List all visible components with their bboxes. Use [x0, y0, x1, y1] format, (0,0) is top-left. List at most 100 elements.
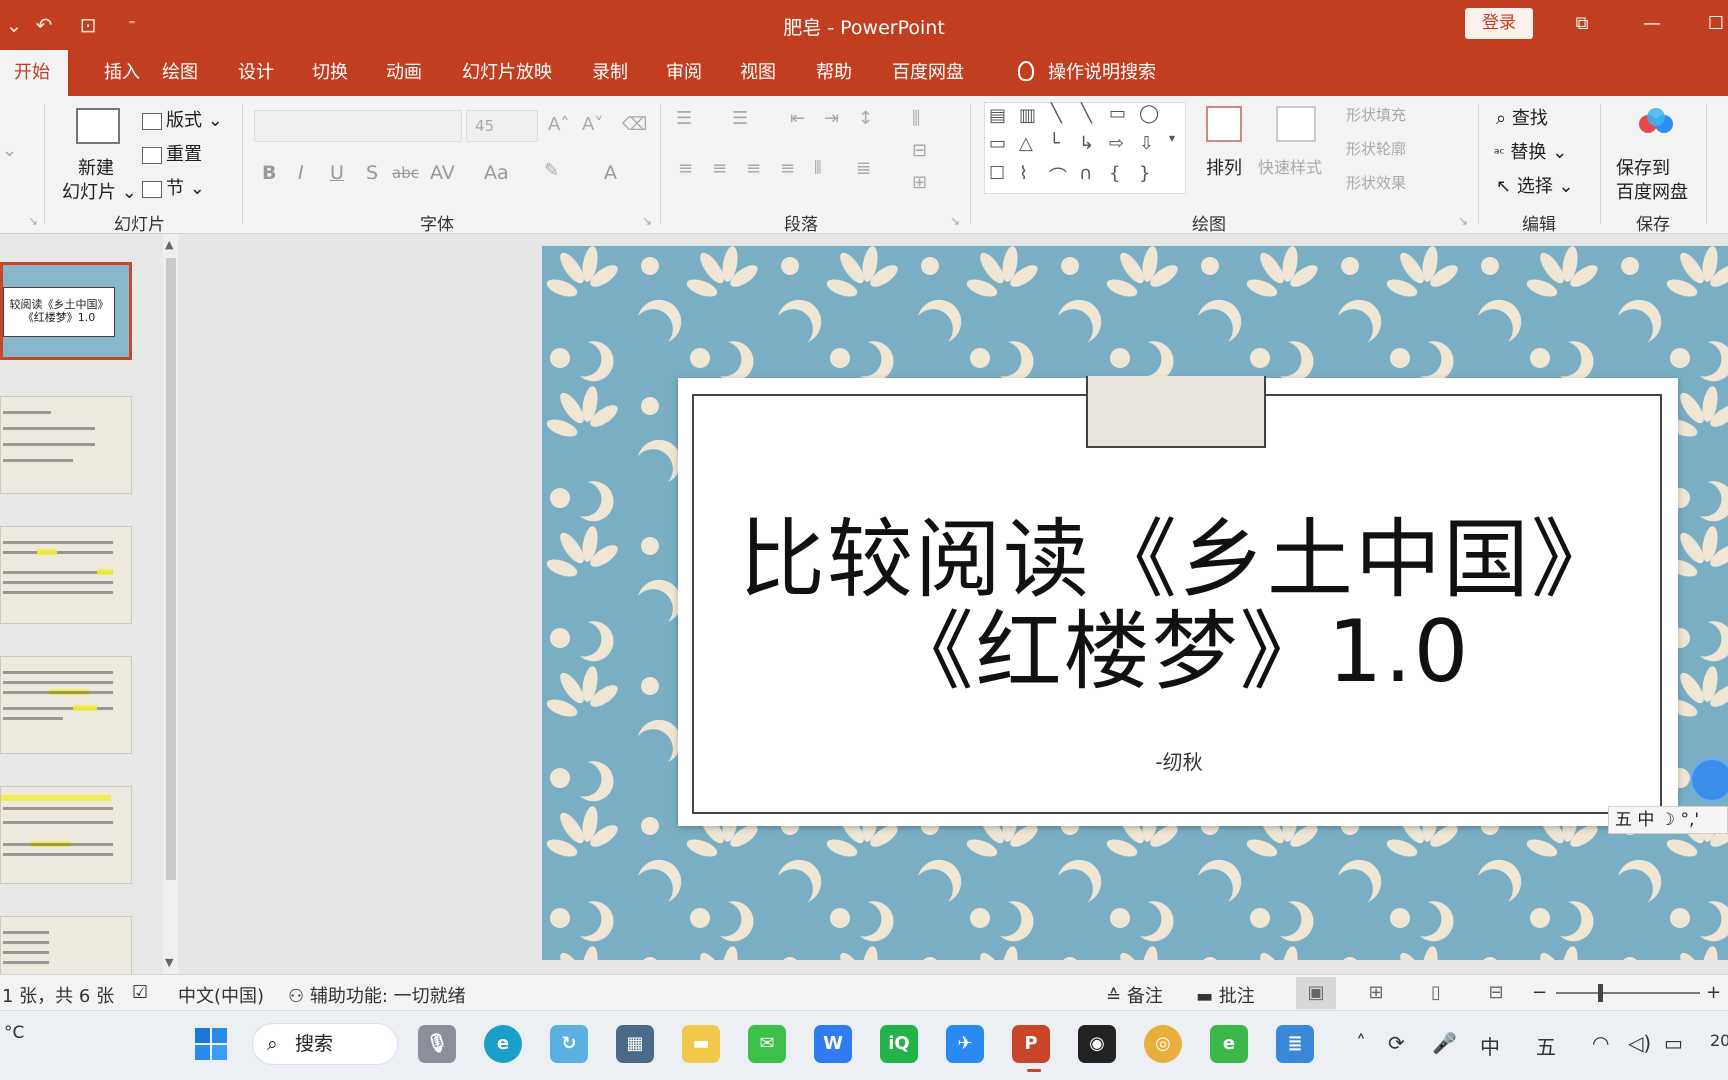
curve-shape-icon[interactable]: ∩: [1079, 163, 1092, 184]
tray-ime-chinese-icon[interactable]: 中: [1480, 1031, 1500, 1060]
notepad-icon[interactable]: ≣: [1276, 1025, 1314, 1063]
zoom-out-button[interactable]: −: [1532, 982, 1547, 1003]
slide-sorter-view-icon[interactable]: ⊞: [1356, 977, 1396, 1009]
taskbar-search[interactable]: ⌕ 搜索: [252, 1023, 398, 1065]
floating-assistant-ball[interactable]: [1690, 758, 1728, 802]
character-spacing-button[interactable]: AV: [430, 162, 455, 184]
tab-insert[interactable]: 插入: [90, 50, 154, 96]
zoom-slider-handle[interactable]: [1598, 984, 1603, 1002]
justify-icon[interactable]: ≡: [780, 158, 795, 179]
slideshow-view-icon[interactable]: ⊟: [1476, 977, 1516, 1009]
line-shape-icon[interactable]: ╲: [1051, 103, 1062, 124]
tray-sync-icon[interactable]: ⟳: [1388, 1031, 1405, 1055]
elbow-arrow-shape-icon[interactable]: ↳: [1079, 133, 1094, 154]
slide-title[interactable]: 比较阅读《乡土中国》 《红楼梦》1.0: [694, 514, 1664, 698]
volume-icon[interactable]: ◁): [1628, 1031, 1651, 1055]
wifi-icon[interactable]: ◠: [1592, 1031, 1609, 1055]
align-left-icon[interactable]: ≡: [678, 158, 693, 179]
zoom-in-button[interactable]: +: [1706, 982, 1721, 1003]
clipboard-chevron-icon[interactable]: ⌄: [2, 140, 17, 161]
tray-chevron-up-icon[interactable]: ˄: [1356, 1031, 1366, 1055]
distributed-icon[interactable]: ≣: [856, 158, 871, 179]
paragraph-dialog-launcher-icon[interactable]: ↘: [950, 214, 960, 228]
scroll-up-icon[interactable]: ▲: [165, 238, 173, 251]
thumbnail-scrollbar[interactable]: ▲ ▼: [163, 234, 179, 974]
arc-shape-icon[interactable]: ⌒: [1049, 163, 1067, 189]
triangle-shape-icon[interactable]: △: [1019, 133, 1033, 154]
highlight-icon[interactable]: ✎: [544, 160, 559, 181]
tell-me-search[interactable]: 操作说明搜索: [1004, 50, 1170, 96]
minimize-button[interactable]: —: [1632, 8, 1672, 40]
section-button[interactable]: 节 ⌄: [142, 174, 205, 200]
vertical-textbox-shape-icon[interactable]: ▥: [1019, 105, 1036, 126]
maximize-button[interactable]: ☐: [1696, 8, 1728, 40]
gallery-scroll-icon[interactable]: ▾: [1169, 131, 1175, 145]
spellcheck-icon[interactable]: ☑: [132, 982, 148, 1003]
tray-microphone-icon[interactable]: 🎤: [1432, 1031, 1457, 1055]
slide-thumbnail-5[interactable]: [0, 786, 132, 884]
right-brace-shape-icon[interactable]: }: [1139, 163, 1150, 184]
slide-thumbnail-3[interactable]: [0, 526, 132, 624]
current-slide[interactable]: 比较阅读《乡土中国》 《红楼梦》1.0 -纫秋: [542, 246, 1728, 960]
edge-browser-icon[interactable]: e: [484, 1025, 522, 1063]
right-arrow-shape-icon[interactable]: ⇨: [1109, 133, 1124, 154]
tab-view[interactable]: 视图: [726, 50, 790, 96]
bold-button[interactable]: B: [262, 162, 276, 184]
font-size-input[interactable]: 45: [466, 110, 538, 142]
title-card[interactable]: 比较阅读《乡土中国》 《红楼梦》1.0 -纫秋: [678, 376, 1678, 826]
wps-icon[interactable]: W: [814, 1025, 852, 1063]
replace-button[interactable]: ᵃᶜ 替换 ⌄: [1494, 138, 1567, 164]
down-arrow-shape-icon[interactable]: ⇩: [1139, 133, 1154, 154]
tab-animations[interactable]: 动画: [372, 50, 436, 96]
clock[interactable]: 20: [1710, 1031, 1728, 1050]
login-button[interactable]: 登录: [1465, 8, 1533, 39]
shape-fill-button[interactable]: 形状填充: [1346, 104, 1406, 125]
shadow-button[interactable]: S: [366, 162, 378, 184]
reset-button[interactable]: 重置: [142, 140, 202, 166]
strikethrough-button[interactable]: abc: [392, 164, 419, 182]
decrease-indent-icon[interactable]: ⇤: [790, 108, 805, 129]
align-text-icon[interactable]: ⊟: [912, 140, 927, 161]
smartart-icon[interactable]: ⊞: [912, 172, 927, 193]
font-family-input[interactable]: [254, 110, 462, 142]
slide-thumbnail-4[interactable]: [0, 656, 132, 754]
increase-indent-icon[interactable]: ⇥: [824, 108, 839, 129]
slide-thumbnail-1[interactable]: 较阅读《乡土中国》 《红楼梦》1.0: [0, 262, 132, 360]
line-spacing-icon[interactable]: ↕: [858, 108, 873, 129]
numbering-icon[interactable]: ☰: [732, 108, 748, 129]
tab-help[interactable]: 帮助: [802, 50, 866, 96]
tab-record[interactable]: 录制: [578, 50, 642, 96]
microphone-app-icon[interactable]: 🎙: [418, 1025, 456, 1063]
scribble-shape-icon[interactable]: ⌇: [1019, 163, 1028, 184]
align-right-icon[interactable]: ≡: [746, 158, 761, 179]
text-direction-icon[interactable]: ⫼: [912, 108, 920, 129]
bullets-icon[interactable]: ☰: [676, 108, 692, 129]
calculator-icon[interactable]: ▦: [616, 1025, 654, 1063]
battery-icon[interactable]: ▭: [1664, 1031, 1683, 1055]
columns-icon[interactable]: ⫴: [814, 158, 822, 179]
ie-browser-icon[interactable]: e: [1210, 1025, 1248, 1063]
drawing-dialog-launcher-icon[interactable]: ↘: [1458, 214, 1468, 228]
tab-slideshow[interactable]: 幻灯片放映: [448, 50, 566, 96]
rounded-rectangle-shape-icon[interactable]: ▭: [989, 133, 1006, 154]
accessibility-button[interactable]: ⚇ 辅助功能: 一切就绪: [288, 982, 466, 1008]
tab-review[interactable]: 审阅: [652, 50, 716, 96]
powerpoint-icon[interactable]: P: [1012, 1025, 1050, 1063]
left-brace-shape-icon[interactable]: {: [1109, 163, 1120, 184]
obs-icon[interactable]: ◉: [1078, 1025, 1116, 1063]
layout-button[interactable]: 版式 ⌄: [142, 106, 223, 132]
font-color-button[interactable]: A: [604, 162, 617, 184]
change-case-button[interactable]: Aa: [484, 162, 509, 184]
scroll-down-icon[interactable]: ▼: [165, 956, 173, 969]
file-explorer-icon[interactable]: ▬: [682, 1025, 720, 1063]
quick-styles-button[interactable]: 快速样式: [1258, 154, 1322, 178]
slide-thumbnail-2[interactable]: [0, 396, 132, 494]
shape-outline-button[interactable]: 形状轮廓: [1346, 138, 1406, 159]
save-to-netdisk-label-2[interactable]: 百度网盘: [1616, 178, 1688, 204]
italic-button[interactable]: I: [298, 162, 304, 184]
start-button[interactable]: [192, 1025, 230, 1063]
ribbon-display-options-icon[interactable]: ⧉: [1562, 8, 1602, 40]
freeform-shape-icon[interactable]: ☐: [989, 163, 1005, 184]
normal-view-icon[interactable]: ▣: [1296, 977, 1336, 1009]
chrome-icon[interactable]: ◎: [1144, 1025, 1182, 1063]
